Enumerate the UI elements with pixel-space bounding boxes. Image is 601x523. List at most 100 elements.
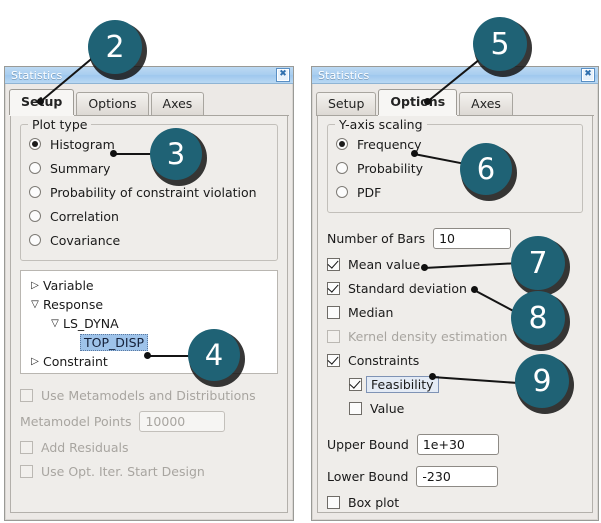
- callout-4-number: 4: [204, 338, 224, 372]
- metamodel-points-input: 10000: [139, 410, 226, 432]
- callout-dot-6: [411, 150, 418, 157]
- radio-summary-icon[interactable]: [29, 162, 41, 174]
- checkbox-feasibility-label: Feasibility: [366, 375, 439, 393]
- checkbox-feasibility-icon[interactable]: [349, 377, 362, 391]
- tabstrip-right: Setup Options Axes: [316, 89, 594, 116]
- statistics-setup-window[interactable]: Statistics ✖ Setup Options Axes Plot typ…: [4, 66, 294, 521]
- tree-node-variable[interactable]: ▷ Variable: [27, 276, 271, 295]
- chevron-down-icon[interactable]: ▽: [27, 299, 43, 310]
- callout-dot-8: [471, 286, 478, 293]
- radio-probability[interactable]: Probability: [336, 156, 574, 180]
- close-icon[interactable]: ✖: [276, 68, 290, 82]
- radio-frequency-label: Frequency: [357, 136, 422, 152]
- radio-probability-label: Probability of constraint violation: [50, 184, 257, 200]
- checkbox-constraints-icon[interactable]: [327, 353, 340, 367]
- callout-8-number: 8: [528, 300, 548, 336]
- chevron-right-icon[interactable]: ▷: [27, 280, 43, 291]
- tree-node-top-disp-label: TOP_DISP: [80, 334, 149, 351]
- tab-options[interactable]: Options: [76, 92, 149, 115]
- tab-axes[interactable]: Axes: [459, 92, 513, 115]
- callout-6-number: 6: [476, 152, 496, 186]
- tree-node-response[interactable]: ▽ Response: [27, 295, 271, 314]
- upper-bound-label: Upper Bound: [327, 436, 409, 452]
- plot-type-group: Plot type Histogram Summary Probability …: [20, 117, 278, 261]
- tab-axes[interactable]: Axes: [150, 92, 205, 115]
- chevron-right-icon[interactable]: ▷: [27, 356, 43, 367]
- window-title-left: Statistics: [11, 68, 63, 82]
- tab-setup[interactable]: Setup: [316, 92, 377, 115]
- callout-dot-7: [421, 264, 428, 271]
- checkbox-box-plot-icon[interactable]: [327, 495, 340, 509]
- radio-frequency[interactable]: Frequency: [336, 132, 574, 156]
- radio-pdf[interactable]: PDF: [336, 180, 574, 204]
- y-axis-scaling-legend: Y-axis scaling: [335, 117, 427, 132]
- upper-bound-input[interactable]: 1e+30: [416, 433, 499, 455]
- radio-pdf-label: PDF: [357, 184, 382, 200]
- radio-probability-icon[interactable]: [336, 162, 348, 174]
- radio-probability-icon[interactable]: [29, 186, 41, 198]
- checkbox-value-icon[interactable]: [349, 401, 362, 415]
- upper-bound-row: Upper Bound 1e+30: [327, 430, 583, 458]
- callout-9: 9: [515, 354, 569, 408]
- tab-axes-label: Axes: [471, 96, 501, 111]
- callout-6: 6: [460, 143, 512, 195]
- checkbox-use-metamodels: Use Metamodels and Distributions: [20, 383, 278, 407]
- callout-5: 5: [473, 17, 527, 71]
- tab-axes-label: Axes: [162, 96, 193, 111]
- lower-bound-row: Lower Bound -230: [327, 462, 583, 490]
- checkbox-mean-value-label: Mean value: [348, 256, 421, 272]
- radio-frequency-icon[interactable]: [336, 138, 348, 150]
- tab-setup-label: Setup: [328, 96, 365, 111]
- tree-node-ls-dyna-label: LS_DYNA: [63, 316, 119, 331]
- radio-probability-label: Probability: [357, 160, 424, 176]
- checkbox-box-plot-label: Box plot: [348, 494, 400, 510]
- close-icon[interactable]: ✖: [581, 68, 595, 82]
- radio-histogram-icon[interactable]: [29, 138, 41, 150]
- radio-probability-of-constraint-violation[interactable]: Probability of constraint violation: [29, 180, 269, 204]
- checkbox-standard-deviation-label: Standard deviation: [348, 280, 467, 296]
- radio-covariance[interactable]: Covariance: [29, 228, 269, 252]
- callout-dot-9: [429, 373, 436, 380]
- radio-correlation-icon[interactable]: [29, 210, 41, 222]
- checkbox-constraints-label: Constraints: [348, 352, 420, 368]
- checkbox-add-residuals: Add Residuals: [20, 435, 278, 459]
- radio-correlation-label: Correlation: [50, 208, 119, 224]
- callout-2: 2: [88, 20, 142, 74]
- titlebar-right[interactable]: Statistics ✖: [312, 67, 598, 84]
- titlebar-left[interactable]: Statistics ✖: [5, 67, 293, 84]
- metamodel-points-label: Metamodel Points: [20, 413, 132, 429]
- callout-7: 7: [511, 236, 565, 290]
- radio-correlation[interactable]: Correlation: [29, 204, 269, 228]
- lower-bound-input[interactable]: -230: [416, 465, 499, 487]
- callout-5-number: 5: [490, 26, 510, 62]
- tab-options[interactable]: Options: [378, 89, 458, 115]
- number-of-bars-label: Number of Bars: [327, 230, 426, 246]
- callout-dot-2: [37, 98, 44, 105]
- radio-summary[interactable]: Summary: [29, 156, 269, 180]
- checkbox-standard-deviation-icon[interactable]: [327, 281, 340, 295]
- statistics-options-window[interactable]: Statistics ✖ Setup Options Axes Y-axis s…: [311, 66, 599, 521]
- checkbox-use-metamodels-label: Use Metamodels and Distributions: [41, 387, 256, 403]
- radio-covariance-label: Covariance: [50, 232, 121, 248]
- callout-8: 8: [511, 291, 565, 345]
- checkbox-add-residuals-icon: [20, 440, 33, 454]
- number-of-bars-input[interactable]: 10: [433, 227, 512, 249]
- callout-dot-5: [424, 98, 431, 105]
- radio-pdf-icon[interactable]: [336, 186, 348, 198]
- radio-histogram-label: Histogram: [50, 136, 115, 152]
- checkbox-kernel-density-icon: [327, 329, 340, 343]
- checkbox-mean-value-icon[interactable]: [327, 257, 340, 271]
- callout-9-number: 9: [532, 363, 552, 399]
- checkbox-use-opt-iter-start-design: Use Opt. Iter. Start Design: [20, 459, 278, 483]
- setup-panel-body: Plot type Histogram Summary Probability …: [10, 116, 288, 513]
- callout-3: 3: [150, 128, 202, 180]
- callout-3-number: 3: [166, 137, 186, 171]
- checkbox-use-metamodels-icon: [20, 388, 33, 402]
- checkbox-use-opt-iter-icon: [20, 464, 33, 478]
- radio-covariance-icon[interactable]: [29, 234, 41, 246]
- checkbox-kernel-density-label: Kernel density estimation: [348, 328, 508, 344]
- tree-node-ls-dyna[interactable]: ▽ LS_DYNA: [27, 314, 271, 333]
- checkbox-box-plot[interactable]: Box plot: [327, 490, 583, 514]
- checkbox-median-icon[interactable]: [327, 305, 340, 319]
- chevron-down-icon[interactable]: ▽: [47, 318, 63, 329]
